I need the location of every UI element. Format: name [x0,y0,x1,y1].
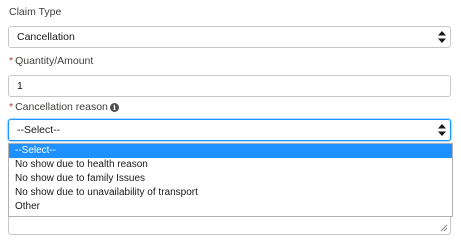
cancellation-reason-value: --Select-- [17,124,61,136]
dropdown-option-other[interactable]: Other [9,200,452,214]
info-icon[interactable]: i [109,103,119,112]
quantity-input[interactable]: 1 [8,75,451,97]
select-arrows-icon [438,31,446,43]
select-arrows-icon [438,124,446,136]
dropdown-option-select[interactable]: --Select-- [9,144,452,158]
quantity-value: 1 [17,80,23,92]
claim-type-select[interactable]: Cancellation [8,26,451,48]
textarea-field[interactable] [8,215,451,235]
dropdown-option-transport[interactable]: No show due to unavailability of transpo… [9,186,452,200]
required-marker: * [9,101,14,113]
quantity-label-text: Quantity/Amount [15,55,94,67]
dropdown-option-health-reason[interactable]: No show due to health reason [9,158,452,172]
quantity-label: * Quantity/Amount [9,55,93,67]
resize-handle-icon[interactable] [440,224,448,232]
required-marker: * [9,55,14,67]
cancellation-reason-label: * Cancellation reason i [9,101,119,113]
claim-type-label-text: Claim Type [9,6,62,18]
cancellation-reason-label-text: Cancellation reason [15,101,108,113]
claim-type-value: Cancellation [17,31,75,43]
cancellation-reason-dropdown: --Select-- No show due to health reason … [8,143,453,217]
claim-type-label: Claim Type [9,6,61,18]
dropdown-option-family-issues[interactable]: No show due to family Issues [9,172,452,186]
claim-form: Claim Type Cancellation * Quantity/Amount… [0,0,461,243]
cancellation-reason-select[interactable]: --Select-- [8,119,451,141]
